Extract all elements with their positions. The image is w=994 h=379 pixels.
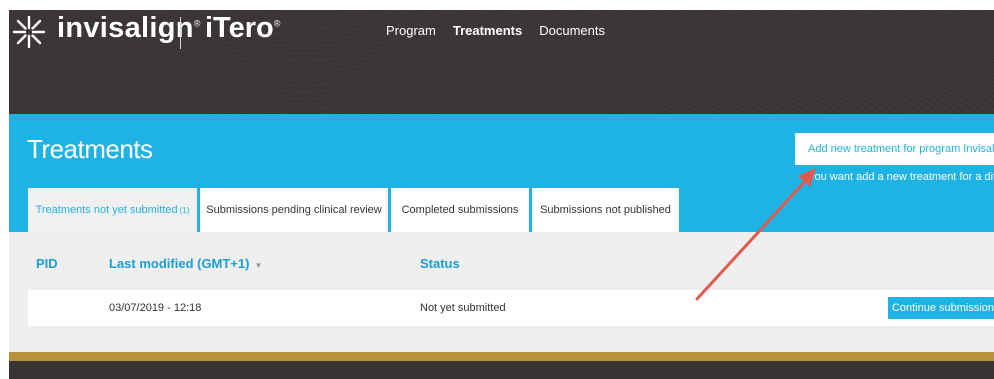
- tab-not-published[interactable]: Submissions not published: [532, 188, 679, 232]
- treatments-table: PID Last modified (GMT+1) ▼ Status 03/07/…: [9, 232, 994, 352]
- last-modified-cell: 03/07/2019 - 12:18: [109, 302, 202, 314]
- tab-label: Submissions not published: [540, 204, 671, 216]
- tab-label: Completed submissions: [401, 204, 519, 216]
- nav-treatments[interactable]: Treatments: [453, 23, 522, 38]
- column-header-label: Last modified (GMT+1): [109, 256, 250, 271]
- registered-mark: ®: [273, 18, 281, 29]
- tab-label: Treatments not yet submitted: [35, 204, 178, 216]
- add-treatment-hint: you want add a new treatment for a diffe…: [809, 171, 994, 183]
- nav-documents[interactable]: Documents: [539, 23, 605, 38]
- continue-submission-button[interactable]: Continue submission: [888, 297, 994, 319]
- treatment-tabs: Treatments not yet submitted (1) Submissi…: [28, 188, 679, 232]
- itero-text: iTero: [205, 12, 274, 44]
- tab-label: Submissions pending clinical review: [206, 204, 382, 216]
- logo-divider: [180, 17, 181, 49]
- brand-text: invisalign: [57, 12, 194, 44]
- itero-logo[interactable]: iTero®: [205, 12, 280, 45]
- footer-accent-stripe: [9, 352, 994, 361]
- column-header-last-modified[interactable]: Last modified (GMT+1) ▼: [109, 256, 262, 271]
- treatments-hero: Treatments Add new treatment for program…: [9, 114, 994, 232]
- tab-not-yet-submitted[interactable]: Treatments not yet submitted (1): [28, 188, 197, 232]
- tab-count-badge: (1): [179, 205, 190, 215]
- main-nav: Program Treatments Documents: [386, 23, 605, 38]
- column-header-status[interactable]: Status: [420, 256, 460, 271]
- invisalign-star-icon: [12, 15, 46, 49]
- page-title: Treatments: [27, 134, 153, 164]
- status-cell: Not yet submitted: [420, 302, 506, 314]
- tab-completed-submissions[interactable]: Completed submissions: [391, 188, 529, 232]
- column-header-pid[interactable]: PID: [36, 256, 58, 271]
- top-header: invisalign® iTero® Program Treatments Do…: [9, 10, 994, 114]
- sort-down-icon[interactable]: ▼: [254, 261, 262, 270]
- add-new-treatment-button[interactable]: Add new treatment for program Invisalign: [795, 133, 994, 165]
- registered-mark: ®: [193, 18, 201, 29]
- nav-program[interactable]: Program: [386, 23, 436, 38]
- footer-bar: [9, 361, 994, 379]
- table-row[interactable]: 03/07/2019 - 12:18 Not yet submitted Con…: [28, 290, 994, 326]
- tab-pending-clinical-review[interactable]: Submissions pending clinical review: [200, 188, 388, 232]
